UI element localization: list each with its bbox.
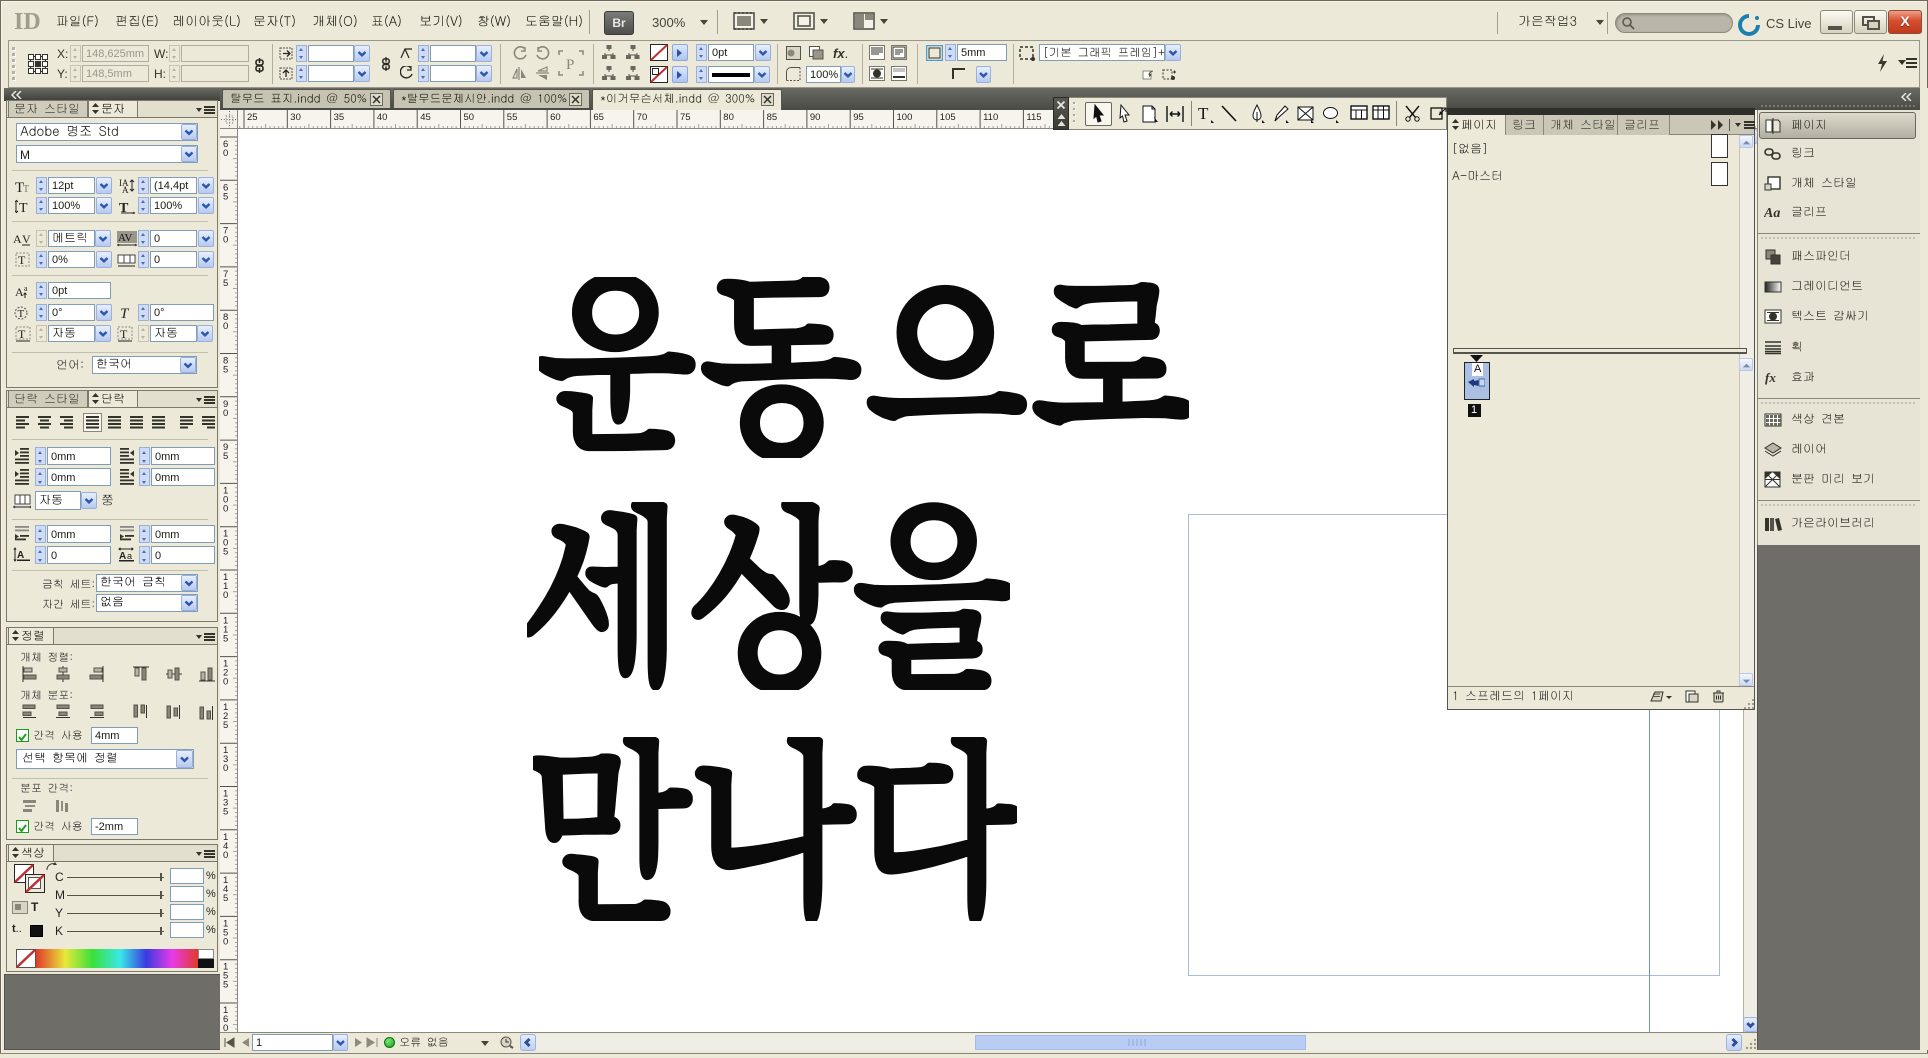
svg-text:0: 0: [223, 590, 228, 601]
svg-text:T: T: [18, 253, 26, 267]
svg-text:5: 5: [223, 720, 228, 731]
svg-text:0: 0: [223, 1023, 228, 1032]
svg-text:Aa: Aa: [1764, 206, 1780, 221]
svg-text:60: 60: [550, 112, 561, 123]
svg-text:5: 5: [223, 547, 228, 558]
svg-text:0: 0: [223, 503, 228, 514]
svg-text:5: 5: [223, 278, 228, 289]
svg-text:5: 5: [223, 365, 228, 376]
svg-text:35: 35: [334, 112, 345, 123]
svg-text:5: 5: [223, 893, 228, 904]
svg-text:40: 40: [377, 112, 388, 123]
svg-text:45: 45: [420, 112, 431, 123]
svg-text:100: 100: [897, 112, 913, 123]
svg-text:V: V: [22, 232, 31, 246]
svg-text:110: 110: [983, 112, 998, 123]
svg-text:115: 115: [1026, 112, 1041, 123]
svg-text:T: T: [23, 184, 29, 194]
svg-text:80: 80: [723, 112, 734, 123]
svg-text:85: 85: [767, 112, 778, 123]
svg-text:P: P: [566, 57, 574, 73]
svg-text:A: A: [15, 285, 24, 299]
svg-text:0: 0: [223, 148, 228, 159]
svg-text:T: T: [18, 308, 25, 320]
svg-text:T: T: [119, 201, 129, 214]
svg-text:T: T: [18, 327, 26, 341]
svg-text:90: 90: [810, 112, 821, 123]
svg-text:0: 0: [223, 763, 228, 774]
svg-text:T: T: [1198, 104, 1209, 123]
svg-text:A: A: [17, 550, 24, 561]
svg-text:5: 5: [223, 980, 228, 991]
svg-text:5: 5: [223, 807, 228, 818]
svg-text:a: a: [24, 284, 28, 293]
svg-text:0: 0: [223, 936, 228, 947]
svg-text:T: T: [120, 306, 130, 321]
svg-text:25: 25: [247, 112, 258, 123]
svg-text:a: a: [127, 551, 132, 561]
svg-text:0: 0: [223, 321, 228, 332]
svg-text:0: 0: [223, 235, 228, 246]
svg-text:T: T: [19, 201, 28, 214]
svg-text:AV: AV: [118, 232, 133, 244]
svg-text:95: 95: [853, 112, 864, 123]
svg-text:T: T: [120, 327, 128, 341]
svg-text:0: 0: [223, 408, 228, 419]
svg-text:105: 105: [940, 112, 956, 123]
svg-text:55: 55: [507, 112, 518, 123]
svg-text:fx: fx: [1765, 370, 1776, 385]
svg-text:0: 0: [223, 677, 228, 688]
svg-text:5: 5: [223, 633, 228, 644]
svg-text:50: 50: [464, 112, 475, 123]
svg-text:A: A: [122, 185, 129, 194]
svg-text:A: A: [13, 232, 22, 246]
svg-text:70: 70: [637, 112, 648, 123]
svg-text:5: 5: [223, 191, 228, 202]
svg-text:75: 75: [680, 112, 691, 123]
svg-text:65: 65: [593, 112, 604, 123]
svg-text:30: 30: [290, 112, 301, 123]
svg-text:5: 5: [223, 451, 228, 462]
svg-text:0: 0: [223, 850, 228, 861]
